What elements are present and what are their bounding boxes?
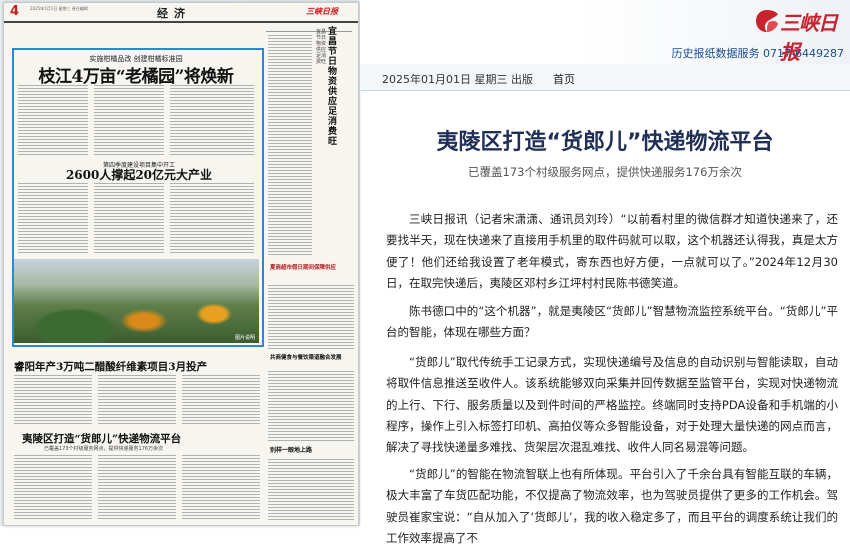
story-a-text [94,85,164,155]
story-e-kicker: 宜昌节日物资供应足消费旺 [316,29,327,65]
photo-caption: 图片说明 [234,335,255,341]
home-link[interactable]: 首页 [553,71,575,87]
story-d-text [14,455,92,521]
article-paragraph: “货郎儿”取代传统手工记录方式，实现快递编号及信息的自动识别与智能读取，自动将取… [386,355,838,455]
story-g-text [268,371,354,441]
story-h-headline[interactable]: 别样一眼地上路 [270,447,354,454]
story-f-headline[interactable]: 夏商超市假日期间保障供应 [270,265,354,272]
newspaper-page-image[interactable]: 4 2025年1月1日 星期三 责任编辑 经济 三峡日报 实施柑橘品改 创建柑橘… [3,2,359,526]
article-title: 夷陵区打造“货郎儿”快递物流平台 [436,130,774,155]
story-h-text [268,459,354,521]
story-g-headline[interactable]: 共商健食与餐饮渠道融合发展 [270,355,354,362]
site-logo[interactable]: 三峡日报 [754,6,844,64]
story-b-text [170,183,254,255]
story-c-text [98,375,176,425]
article-paragraph: 陈书德口中的“这个机器”，就是夷陵区“货郎儿”智慧物流监控系统平台。“货郎儿”平… [386,304,838,340]
site-header: 三峡日报 历史报纸数据服务 0717-6449287 [360,0,850,64]
story-d-text [98,455,176,521]
section-name: 经济 [157,7,191,20]
story-e-headline[interactable]: 宜昌节日物资供应足消费旺 [328,27,342,147]
story-a-text [18,85,88,155]
page-header: 4 2025年1月1日 星期三 责任编辑 经济 三峡日报 [4,3,358,23]
story-b-text [94,183,164,255]
story-c-text [182,375,260,425]
newspaper-page-panel: 4 2025年1月1日 星期三 责任编辑 经济 三峡日报 实施柑橘品改 创建柑橘… [0,0,360,526]
paper-brand: 三峡日报 [306,7,338,16]
story-f-text [268,285,354,349]
story-c-headline[interactable]: 睿阳年产3万吨二醋酸纤维素项目3月投产 [14,359,259,374]
issue-date: 2025年01月01日 星期三 出版 [382,73,533,86]
story-a-headline[interactable]: 枝江4万亩“老橘园”将焕新 [12,62,260,87]
story-d-headline[interactable]: 夷陵区打造“货郎儿”快递物流平台 [22,431,252,446]
story-d-text [182,455,260,521]
story-b-text [18,183,88,255]
article-paragraph: “货郎儿”的智能在物流智联上也有所体现。平台引入了千余台具有智能互联的车辆，极大… [386,467,838,545]
story-a-text [170,85,254,155]
archive-data-service-link[interactable]: 历史报纸数据服务 0717-6449287 [672,45,844,61]
orange-orchard-photo: 图片说明 [14,259,259,343]
story-b-headline[interactable]: 2600人撑起20亿元大产业 [44,166,234,183]
article-paragraph: 三峡日报讯（记者宋潇潇、通讯员刘玲）“以前看村里的微信群才知道快递来了，还要找半… [386,212,838,290]
date-bar: 2025年01月01日 星期三 出版 首页 [360,64,850,91]
story-c-text [14,375,92,425]
page-number: 4 [10,4,20,19]
story-d-subheadline: 已覆盖173个村级服务网点，提供快递服务176万余次 [44,446,164,452]
logo-mark-icon [756,10,778,32]
story-e-text [268,35,312,255]
article-subtitle: 已覆盖173个村级服务网点，提供快递服务176万余次 [468,165,742,179]
page-meta: 2025年1月1日 星期三 责任编辑 [30,6,88,11]
